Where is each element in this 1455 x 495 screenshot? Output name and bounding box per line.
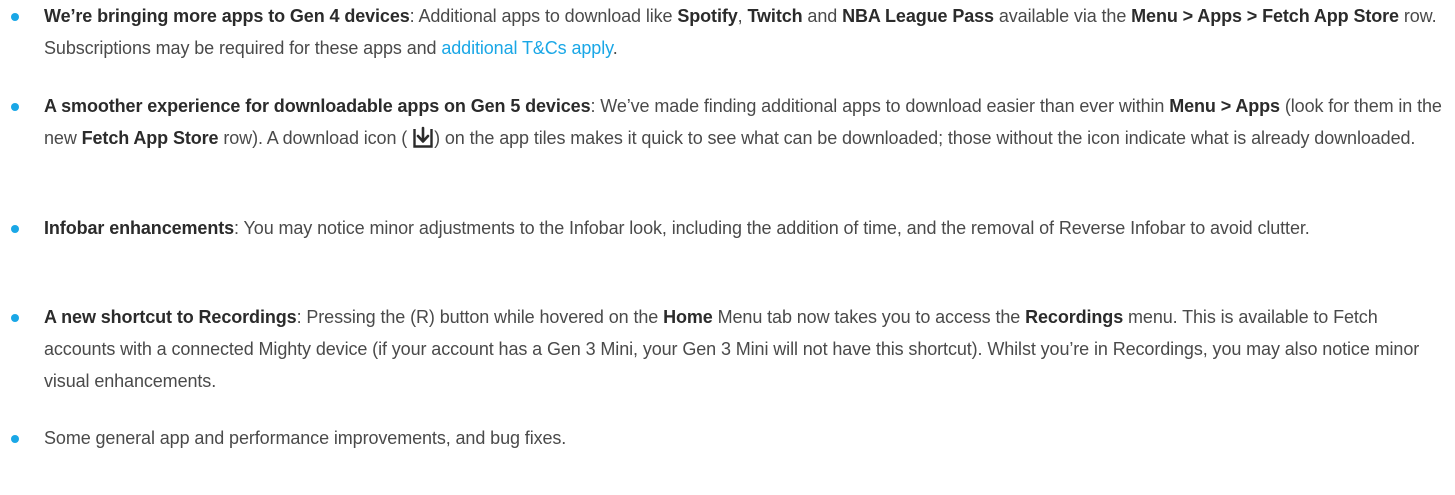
recordings-menu-name: Recordings bbox=[1025, 307, 1124, 327]
item-text: available via the bbox=[993, 6, 1132, 26]
item-title: A new shortcut to Recordings bbox=[44, 307, 297, 327]
item-text: row). A download icon ( bbox=[218, 128, 413, 148]
item-text: : Additional apps to download like bbox=[409, 6, 678, 26]
item-title: We’re bringing more apps to Gen 4 device… bbox=[44, 6, 410, 26]
list-item-gen5-apps: A smoother experience for downloadable a… bbox=[11, 90, 1449, 154]
list-item-infobar: Infobar enhancements: You may notice min… bbox=[11, 212, 1449, 244]
app-name-nba: NBA League Pass bbox=[842, 6, 994, 26]
tcs-link[interactable]: additional T&Cs apply bbox=[441, 38, 612, 58]
download-icon bbox=[413, 126, 433, 148]
item-text: , bbox=[737, 6, 748, 26]
list-item-recordings-shortcut: A new shortcut to Recordings: Pressing t… bbox=[11, 301, 1449, 397]
list-item-gen4-apps: We’re bringing more apps to Gen 4 device… bbox=[11, 0, 1449, 64]
store-name: Fetch App Store bbox=[81, 128, 219, 148]
menu-path: Menu > Apps bbox=[1169, 96, 1280, 116]
bullet-icon bbox=[11, 13, 19, 21]
bullet-icon bbox=[11, 225, 19, 233]
item-title: Infobar enhancements bbox=[44, 218, 235, 238]
item-text: Menu tab now takes you to access the bbox=[712, 307, 1026, 327]
bullet-icon bbox=[11, 314, 19, 322]
item-text: : Pressing the (R) button while hovered … bbox=[296, 307, 664, 327]
list-item-general: Some general app and performance improve… bbox=[11, 422, 1449, 454]
item-text: ) on the app tiles makes it quick to see… bbox=[434, 128, 1416, 148]
item-text: . bbox=[612, 38, 618, 58]
home-tab-name: Home bbox=[663, 307, 713, 327]
item-text: Some general app and performance improve… bbox=[44, 428, 567, 448]
app-name-spotify: Spotify bbox=[677, 6, 738, 26]
menu-path: Menu > Apps > Fetch App Store bbox=[1131, 6, 1399, 26]
item-text: : We’ve made finding additional apps to … bbox=[590, 96, 1170, 116]
bullet-icon bbox=[11, 103, 19, 111]
item-text: : You may notice minor adjustments to th… bbox=[234, 218, 1310, 238]
bullet-icon bbox=[11, 435, 19, 443]
item-text: and bbox=[802, 6, 843, 26]
item-title: A smoother experience for downloadable a… bbox=[44, 96, 591, 116]
app-name-twitch: Twitch bbox=[747, 6, 803, 26]
